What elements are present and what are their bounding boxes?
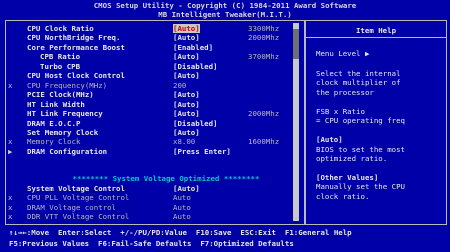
submenu-arrow-icon: ▶ [8, 146, 13, 156]
help-text-line: Select the internal [316, 69, 401, 78]
help-text-line: clock ratio. [316, 191, 370, 201]
help-text-line: clock multiplier of [316, 78, 401, 88]
disabled-marker: x [8, 137, 13, 147]
setting-label: Memory Clock [27, 137, 81, 147]
setting-label: CPU Host Clock Control [27, 71, 125, 81]
setting-value[interactable]: [Auto] [173, 52, 200, 61]
setting-label: DRAM Configuration [27, 146, 108, 156]
setting-row[interactable]: PCIE Clock(MHz) [Auto] [6, 90, 302, 99]
voltage-row: x CPU PLL Voltage Control Auto [6, 193, 302, 202]
setting-value[interactable]: [Disabled] [173, 62, 218, 71]
disabled-marker: x [8, 202, 13, 212]
page-title: MB Intelligent Tweaker(M.I.T.) [158, 10, 292, 19]
setting-row: x Memory Clock x8.00 1600Mhz [6, 137, 302, 146]
setting-row[interactable]: HT Link Width [Auto] [6, 100, 302, 109]
voltage-label: System Voltage Control [27, 184, 125, 193]
item-help-panel: Item Help Menu Level ▶ Select the interna… [305, 20, 447, 225]
help-title: Item Help [355, 26, 397, 35]
setting-row[interactable]: CPU NorthBridge Freq. [Auto] 2000Mhz [6, 33, 302, 42]
setting-value[interactable]: [Auto] [173, 128, 200, 137]
help-text-line: the processor [316, 87, 374, 97]
setting-label: DRAM E.O.C.P [27, 118, 81, 128]
setting-row[interactable]: CPU Clock Ratio [Auto] 3300Mhz [6, 24, 302, 34]
voltage-label: DDR VTT Voltage Control [27, 212, 130, 222]
setting-row[interactable]: Core Performance Boost [Enabled] [6, 43, 302, 52]
setting-value[interactable]: [Auto] [173, 109, 200, 118]
menu-level: Menu Level ▶ [316, 49, 370, 58]
setting-label: Core Performance Boost [27, 42, 125, 52]
setting-value[interactable]: [Auto] [173, 33, 200, 42]
setting-value: x8.00 [173, 137, 196, 147]
setting-value[interactable]: [Auto] [173, 24, 200, 34]
key-legend: ↑↓→←:Move Enter:Select +/-/PU/PD:Value F… [0, 226, 450, 252]
scrollbar-thumb[interactable] [293, 29, 299, 59]
key-legend-line-2: F5:Previous Values F6:Fail-Safe Defaults… [9, 239, 294, 248]
setting-value[interactable]: [Enabled] [173, 43, 213, 52]
setting-label: Set Memory Clock [27, 127, 99, 137]
setting-label: PCIE Clock(MHz) [27, 90, 94, 100]
setting-value[interactable]: [Auto] [173, 71, 200, 80]
voltage-value: Auto [173, 212, 191, 222]
help-text-line: BIOS to set the most [316, 144, 405, 154]
setting-value[interactable]: [Auto] [173, 90, 200, 99]
help-text-line: Manually set the CPU [316, 182, 405, 192]
voltage-value[interactable]: [Auto] [173, 184, 200, 193]
voltage-label: CPU PLL Voltage Control [27, 193, 130, 203]
help-divider [306, 37, 446, 38]
setting-label: HT Link Frequency [27, 109, 103, 119]
voltage-separator: ******** System Voltage Optimized ******… [72, 174, 260, 183]
voltage-row: x DRAM Voltage control Auto [6, 203, 302, 212]
setting-label: CPB Ratio [40, 52, 81, 62]
setting-current-frequency: 3300Mhz [248, 24, 280, 33]
setting-row[interactable]: Turbo CPB [Disabled] [6, 62, 302, 71]
setting-current-frequency: 3700Mhz [248, 52, 280, 62]
disabled-marker: x [8, 80, 13, 90]
setting-value: 200 [173, 80, 187, 90]
setting-current-frequency: 2000Mhz [248, 109, 280, 119]
setting-value[interactable]: [Auto] [173, 100, 200, 109]
voltage-row[interactable]: System Voltage Control [Auto] [6, 184, 302, 193]
setting-label: Turbo CPB [40, 61, 81, 71]
setting-value[interactable]: [Disabled] [173, 119, 218, 128]
voltage-label: DRAM Voltage control [27, 202, 116, 212]
setting-label: CPU Clock Ratio [27, 24, 94, 33]
setting-row[interactable]: HT Link Frequency [Auto] 2000Mhz [6, 109, 302, 118]
setting-current-frequency: 1600Mhz [248, 137, 280, 147]
setting-row: x CPU Frequency(MHz) 200 [6, 81, 302, 90]
settings-panel: CPU Clock Ratio [Auto] 3300Mhz CPU NorthBri… [5, 20, 305, 225]
help-text-line: = CPU operating freq [316, 116, 405, 126]
setting-row[interactable]: CPU Host Clock Control [Auto] [6, 71, 302, 80]
voltage-value: Auto [173, 202, 191, 212]
setting-label: HT Link Width [27, 99, 85, 109]
setting-label: CPU NorthBridge Freq. [27, 33, 121, 43]
disabled-marker: x [8, 193, 13, 203]
setting-row[interactable]: CPB Ratio [Auto] 3700Mhz [6, 52, 302, 61]
setting-value[interactable]: [Press Enter] [173, 147, 231, 156]
voltage-row: x DDR VTT Voltage Control Auto [6, 212, 302, 221]
help-text-line: [Auto] [316, 135, 343, 145]
setting-current-frequency: 2000Mhz [248, 33, 280, 43]
setting-label: CPU Frequency(MHz) [27, 80, 108, 90]
key-legend-line-1: ↑↓→←:Move Enter:Select +/-/PU/PD:Value F… [9, 228, 352, 237]
setting-row[interactable]: ▶ DRAM Configuration [Press Enter] [6, 147, 302, 156]
disabled-marker: x [8, 212, 13, 222]
voltage-value: Auto [173, 193, 191, 203]
bios-title: CMOS Setup Utility - Copyright (C) 1984-… [93, 1, 357, 10]
setting-row[interactable]: Set Memory Clock [Auto] [6, 128, 302, 137]
help-text-line: [Other Values] [316, 172, 379, 182]
help-text-line: optimized ratio. [316, 154, 388, 164]
setting-row[interactable]: DRAM E.O.C.P [Disabled] [6, 119, 302, 128]
help-text-line: FSB x Ratio [316, 106, 365, 116]
scrollbar[interactable] [293, 23, 299, 221]
